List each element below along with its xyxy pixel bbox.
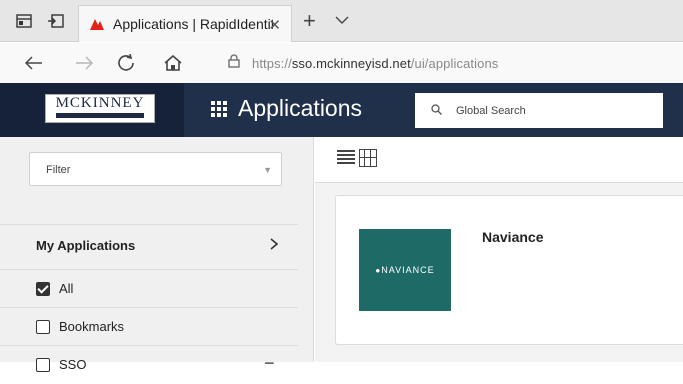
url-scheme: https:// (252, 55, 292, 71)
close-tab-icon[interactable]: ✕ (268, 16, 281, 34)
grid-view-icon[interactable] (359, 149, 377, 167)
tab-actions-icon[interactable] (14, 11, 34, 31)
browser-tab-strip: Applications | RapidIdentity ✕ + (0, 0, 683, 42)
search-icon (431, 103, 442, 118)
mckinney-logo[interactable]: MCKINNEY (45, 94, 155, 123)
caret-down-icon: ▼ (263, 165, 272, 175)
collapse-icon[interactable]: − (264, 353, 275, 374)
view-toolbar (315, 137, 683, 183)
checkbox-all[interactable] (36, 282, 50, 296)
tab-applications[interactable]: Applications | RapidIdentity ✕ (78, 5, 292, 42)
app-card-title[interactable]: Naviance (482, 229, 543, 245)
global-search[interactable] (415, 93, 663, 128)
main-content: NAVIANCE Naviance (315, 137, 683, 362)
url-path: /ui/applications (410, 55, 499, 71)
filter-item-sso[interactable]: SSO − (0, 346, 298, 384)
address-bar[interactable]: https://sso.mckinneyisd.net/ui/applicati… (214, 49, 683, 77)
app-card-naviance[interactable]: NAVIANCE Naviance (335, 195, 683, 345)
app-header: MCKINNEY Applications (0, 83, 683, 137)
url-text: https://sso.mckinneyisd.net/ui/applicati… (252, 56, 498, 71)
url-host: sso.mckinneyisd.net (291, 55, 411, 71)
chevron-right-icon[interactable] (270, 237, 279, 253)
page-title: Applications (238, 95, 363, 121)
logo-name: MCKINNEY (55, 95, 145, 111)
forward-arrow-icon[interactable] (72, 51, 96, 75)
filter-item-label: SSO (59, 357, 87, 372)
sidebar: Filter ▼ My Applications All Bookmarks S… (0, 137, 314, 373)
search-input[interactable] (456, 104, 656, 117)
filter-item-all[interactable]: All (0, 270, 298, 308)
chevron-down-icon[interactable] (335, 12, 349, 27)
apps-grid-icon[interactable] (211, 101, 227, 117)
filter-label: Filter (46, 164, 71, 176)
rapididentity-logo-icon (90, 19, 104, 30)
logo-area: MCKINNEY (0, 83, 184, 137)
new-tab-icon[interactable]: + (303, 8, 316, 34)
my-applications-label: My Applications (36, 238, 136, 253)
filter-item-label: Bookmarks (59, 319, 125, 334)
home-icon[interactable] (161, 51, 185, 75)
list-view-icon[interactable] (337, 150, 355, 168)
tabs-aside-icon[interactable] (46, 11, 66, 31)
back-arrow-icon[interactable] (22, 51, 46, 75)
filter-item-bookmarks[interactable]: Bookmarks (0, 308, 298, 346)
lock-icon (228, 53, 240, 73)
filter-item-label: All (59, 281, 74, 296)
refresh-icon[interactable] (114, 51, 138, 75)
browser-toolbar: https://sso.mckinneyisd.net/ui/applicati… (0, 43, 683, 83)
tab-title: Applications | RapidIdentity (113, 16, 273, 32)
naviance-logo-text: NAVIANCE (375, 265, 434, 275)
logo-subtitle-bar (56, 113, 144, 118)
checkbox-sso[interactable] (36, 358, 50, 372)
my-applications-header[interactable]: My Applications (0, 224, 298, 270)
naviance-logo[interactable]: NAVIANCE (359, 229, 451, 311)
checkbox-bookmarks[interactable] (36, 320, 50, 334)
filter-select[interactable]: Filter ▼ (29, 152, 282, 186)
